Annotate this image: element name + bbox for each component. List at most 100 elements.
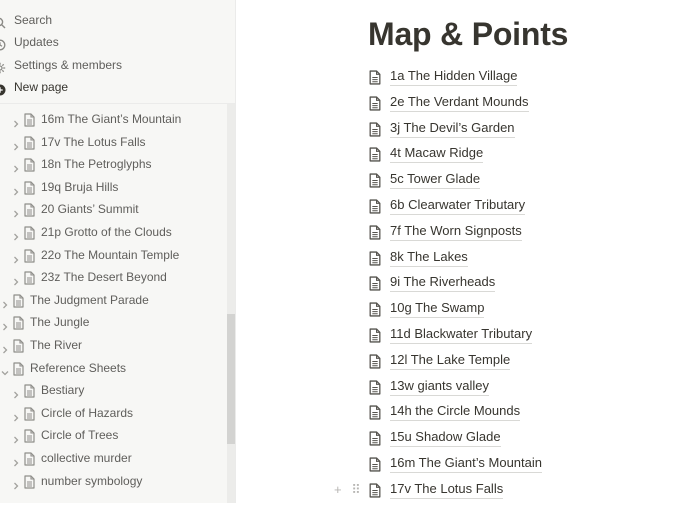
sidebar-tree-item[interactable]: 20 Giants’ Summit: [11, 198, 226, 220]
chevron-right-icon[interactable]: [11, 114, 21, 128]
page-icon: [369, 172, 381, 188]
page-icon: [369, 379, 381, 395]
search-icon: [0, 14, 6, 29]
sidebar-new-page[interactable]: New page: [0, 76, 235, 98]
page-icon: [369, 224, 381, 240]
page-link-label[interactable]: 13w giants valley: [390, 377, 489, 396]
sidebar-scrollbar-thumb[interactable]: [227, 314, 235, 444]
sidebar-updates[interactable]: Updates: [0, 31, 235, 53]
page-content: Map & Points 1a The Hidden Village 2e The…: [236, 0, 700, 503]
block-handle[interactable]: + ⠿: [334, 482, 361, 498]
chevron-right-icon[interactable]: [11, 137, 21, 151]
plus-circle-icon: [0, 81, 6, 96]
chevron-right-icon[interactable]: [11, 182, 21, 196]
chevron-right-icon[interactable]: [0, 295, 10, 309]
page-icon: [369, 327, 381, 343]
page-icon: [369, 95, 381, 111]
sidebar-tree-item[interactable]: collective murder: [11, 447, 226, 469]
chevron-right-icon[interactable]: [11, 453, 21, 467]
chevron-right-icon[interactable]: [11, 227, 21, 241]
page-icon: [24, 202, 35, 217]
sidebar-tree-item[interactable]: The Judgment Parade: [0, 289, 226, 311]
page-link-label[interactable]: 8k The Lakes: [390, 248, 468, 267]
sidebar-tree-item-label: number symbology: [41, 473, 143, 488]
page-icon: [369, 146, 381, 162]
sidebar-tree-item[interactable]: 22o The Mountain Temple: [11, 244, 226, 266]
page-icon: [369, 275, 381, 291]
page-link-label[interactable]: 2e The Verdant Mounds: [390, 93, 529, 112]
page-link-label[interactable]: 17v The Lotus Falls: [390, 480, 504, 499]
page-icon: [24, 248, 35, 263]
sidebar-tree-item[interactable]: Bestiary: [11, 379, 226, 401]
page-link-label[interactable]: 11d Blackwater Tributary: [390, 325, 533, 344]
sidebar-tree-item[interactable]: The Jungle: [0, 311, 226, 333]
page-icon: [13, 293, 24, 308]
page-link-label[interactable]: 15u Shadow Glade: [390, 428, 501, 448]
sidebar-settings-members[interactable]: Settings & members: [0, 54, 235, 76]
page-icon: [369, 69, 381, 85]
chevron-right-icon[interactable]: [11, 250, 21, 264]
page-icon: [369, 456, 381, 472]
sidebar-tree-item[interactable]: Reference Sheets: [0, 357, 226, 379]
sidebar-tree-item-label: 21p Grotto of the Clouds: [41, 225, 172, 239]
sidebar-tree-item[interactable]: 23z The Desert Beyond: [11, 266, 226, 288]
sidebar-tree-item-label: The Jungle: [30, 315, 90, 330]
page-link-label[interactable]: 4t Macaw Ridge: [390, 144, 484, 164]
page-icon: [24, 157, 35, 172]
sidebar-tree-item-label: 16m The Giant’s Mountain: [41, 112, 182, 126]
chevron-right-icon[interactable]: [11, 408, 21, 422]
sidebar-tree-item[interactable]: 17v The Lotus Falls: [11, 131, 226, 153]
chevron-right-icon[interactable]: [11, 476, 21, 490]
page-icon: [369, 121, 381, 137]
sidebar-tree-item[interactable]: The River: [0, 334, 226, 356]
page-icon: [24, 270, 35, 285]
page-link-label[interactable]: 7f The Worn Signposts: [390, 222, 522, 241]
page-icon: [24, 135, 35, 150]
page-icon: [24, 225, 35, 240]
chevron-right-icon[interactable]: [11, 385, 21, 399]
chevron-right-icon[interactable]: [0, 317, 10, 331]
add-block-icon[interactable]: +: [334, 482, 342, 497]
chevron-right-icon[interactable]: [11, 272, 21, 286]
page-link-label[interactable]: 14h the Circle Mounds: [390, 402, 521, 422]
page-link-label[interactable]: 3j The Devil’s Garden: [390, 119, 515, 138]
sidebar: Search Updates Settings & members New page …: [0, 0, 236, 503]
sidebar-tree-item-label: 22o The Mountain Temple: [41, 247, 180, 262]
page-link-label[interactable]: 10g The Swamp: [390, 299, 485, 319]
sidebar-tree-item[interactable]: 19q Bruja Hills: [11, 176, 226, 198]
page-icon: [24, 180, 35, 195]
page-link-label[interactable]: 9i The Riverheads: [390, 273, 496, 293]
sidebar-scrollbar[interactable]: [227, 104, 235, 503]
sidebar-tree-item-label: 19q Bruja Hills: [41, 179, 119, 194]
page-link-label[interactable]: 12l The Lake Temple: [390, 351, 511, 370]
chevron-right-icon[interactable]: [11, 204, 21, 218]
sidebar-tree-item[interactable]: 18n The Petroglyphs: [11, 153, 226, 175]
sidebar-tree-item[interactable]: Circle of Trees: [11, 424, 226, 446]
sidebar-tree-item-label: Reference Sheets: [30, 360, 127, 375]
page-icon: [13, 361, 24, 376]
chevron-right-icon[interactable]: [11, 159, 21, 173]
sidebar-tree-item-label: collective murder: [41, 451, 132, 465]
page-icon: [13, 315, 24, 330]
page-link-label[interactable]: 16m The Giant’s Mountain: [390, 454, 542, 473]
sidebar-tree-item-label: 20 Giants’ Summit: [41, 202, 139, 217]
sidebar-search[interactable]: Search: [0, 9, 235, 31]
page-link-label[interactable]: 5c Tower Glade: [390, 170, 481, 190]
chevron-right-icon[interactable]: [11, 430, 21, 444]
chevron-down-icon[interactable]: [0, 363, 10, 376]
page-link-label[interactable]: 6b Clearwater Tributary: [390, 196, 526, 215]
page-icon: [369, 430, 381, 446]
page-icon: [369, 301, 381, 317]
page-icon: [24, 383, 35, 398]
sidebar-tree-item[interactable]: Circle of Hazards: [11, 402, 226, 424]
sidebar-tree-item[interactable]: number symbology: [11, 470, 226, 492]
page-icon: [369, 250, 381, 266]
sidebar-updates-label: Updates: [14, 35, 59, 49]
page-link-label[interactable]: 1a The Hidden Village: [390, 67, 518, 86]
drag-handle-icon[interactable]: ⠿: [351, 482, 361, 498]
sidebar-search-label: Search: [14, 13, 53, 27]
sidebar-settings-members-label: Settings & members: [14, 58, 123, 72]
chevron-right-icon[interactable]: [0, 340, 10, 354]
sidebar-tree-item[interactable]: 21p Grotto of the Clouds: [11, 221, 226, 243]
sidebar-tree-item[interactable]: 16m The Giant’s Mountain: [11, 108, 226, 130]
